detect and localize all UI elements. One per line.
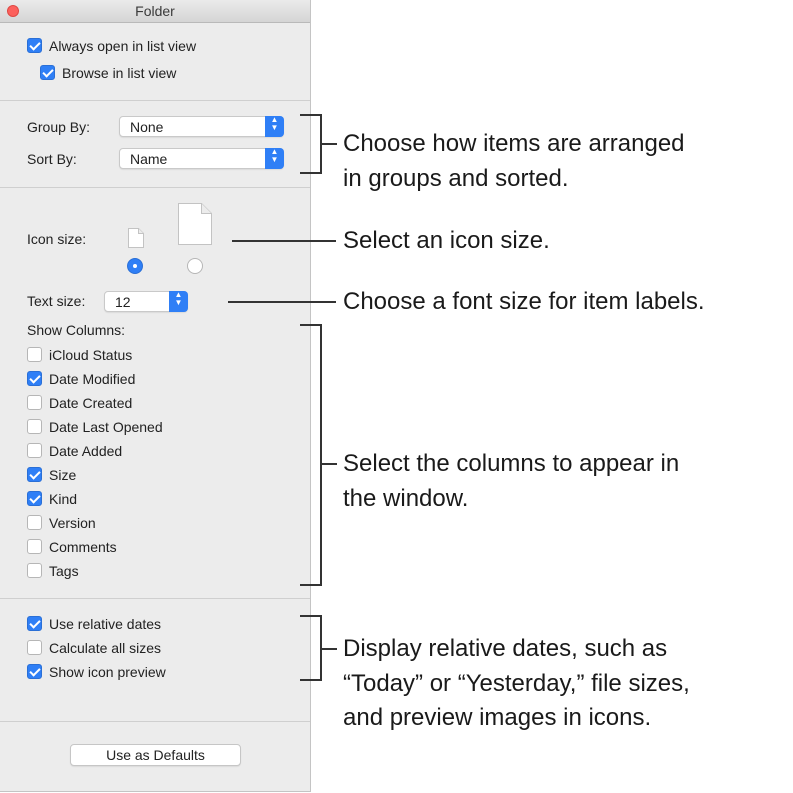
divider xyxy=(0,721,310,722)
updown-chevron-icon: ▲ ▼ xyxy=(169,291,188,312)
leader-columns xyxy=(321,463,337,465)
callout-icon: Select an icon size. xyxy=(343,227,550,254)
large-document-icon xyxy=(178,203,212,245)
divider xyxy=(0,187,310,188)
column-option-checkbox[interactable] xyxy=(27,563,42,578)
column-option-label: Tags xyxy=(49,563,79,579)
column-option-label: Date Created xyxy=(49,395,133,411)
column-option-label: iCloud Status xyxy=(49,347,133,363)
column-option-label: Kind xyxy=(49,491,78,507)
view-option-checkbox[interactable] xyxy=(27,640,42,655)
folder-view-options-window: Folder Always open in list view Browse i… xyxy=(0,0,311,792)
icon-size-label: Icon size: xyxy=(27,231,87,247)
show-columns-heading: Show Columns: xyxy=(27,322,126,338)
callout-dates-line1: Display relative dates, such as xyxy=(343,635,668,662)
view-option-checkbox[interactable] xyxy=(27,664,42,679)
leader-arrange xyxy=(321,143,337,145)
column-option-checkbox[interactable] xyxy=(27,347,42,362)
bracket-columns-bottom xyxy=(300,584,321,586)
always-open-list-checkbox[interactable] xyxy=(27,38,42,53)
callout-arrange-line2: in groups and sorted. xyxy=(343,165,569,192)
column-option-checkbox[interactable] xyxy=(27,443,42,458)
group-by-value: None xyxy=(130,119,164,135)
leader-dates xyxy=(321,648,337,650)
column-option-label: Comments xyxy=(49,539,117,555)
callout-dates-line3: and preview images in icons. xyxy=(343,704,652,731)
view-option-checkbox[interactable] xyxy=(27,616,42,631)
column-option-label: Size xyxy=(49,467,77,483)
column-option-checkbox[interactable] xyxy=(27,467,42,482)
bracket-dates-bottom xyxy=(300,679,321,681)
view-option-label: Use relative dates xyxy=(49,616,162,632)
view-option-label: Calculate all sizes xyxy=(49,640,162,656)
column-option-checkbox[interactable] xyxy=(27,395,42,410)
callout-dates-line2: “Today” or “Yesterday,” file sizes, xyxy=(343,670,690,697)
text-size-label: Text size: xyxy=(27,293,86,309)
sort-by-popup[interactable]: Name ▲ ▼ xyxy=(119,148,284,169)
column-option-label: Date Last Opened xyxy=(49,419,163,435)
bracket-arrange-bottom xyxy=(300,172,321,174)
updown-chevron-icon: ▲ ▼ xyxy=(265,116,284,137)
divider xyxy=(0,100,310,101)
bracket-dates-top xyxy=(300,615,321,617)
column-option-label: Date Added xyxy=(49,443,123,459)
always-open-list-label: Always open in list view xyxy=(49,38,197,54)
title-bar[interactable]: Folder xyxy=(0,0,310,23)
text-size-value: 12 xyxy=(115,294,131,310)
leader-font xyxy=(228,301,336,303)
column-option-label: Date Modified xyxy=(49,371,136,387)
window-title: Folder xyxy=(135,3,175,19)
callout-font: Choose a font size for item labels. xyxy=(343,288,705,315)
group-by-label: Group By: xyxy=(27,119,91,135)
bracket-columns-top xyxy=(300,324,321,326)
divider xyxy=(0,598,310,599)
sort-by-label: Sort By: xyxy=(27,151,77,167)
callout-columns-line1: Select the columns to appear in xyxy=(343,450,680,477)
column-option-checkbox[interactable] xyxy=(27,539,42,554)
browse-list-checkbox[interactable] xyxy=(40,65,55,80)
column-option-checkbox[interactable] xyxy=(27,371,42,386)
browse-list-label: Browse in list view xyxy=(62,65,177,81)
callout-columns-line2: the window. xyxy=(343,485,469,512)
small-document-icon xyxy=(128,228,144,248)
group-by-popup[interactable]: None ▲ ▼ xyxy=(119,116,284,137)
leader-icon xyxy=(232,240,336,242)
callout-arrange-line1: Choose how items are arranged xyxy=(343,130,685,157)
bracket-columns-vertical xyxy=(320,324,322,586)
column-option-checkbox[interactable] xyxy=(27,515,42,530)
column-option-checkbox[interactable] xyxy=(27,491,42,506)
use-as-defaults-button[interactable]: Use as Defaults xyxy=(70,744,241,766)
bracket-arrange-top xyxy=(300,114,321,116)
column-option-checkbox[interactable] xyxy=(27,419,42,434)
text-size-popup[interactable]: 12 ▲ ▼ xyxy=(104,291,188,312)
sort-by-value: Name xyxy=(130,151,168,167)
icon-size-large-radio[interactable] xyxy=(187,258,203,274)
column-option-label: Version xyxy=(49,515,96,531)
icon-size-small-radio[interactable] xyxy=(127,258,143,274)
view-option-label: Show icon preview xyxy=(49,664,166,680)
updown-chevron-icon: ▲ ▼ xyxy=(265,148,284,169)
